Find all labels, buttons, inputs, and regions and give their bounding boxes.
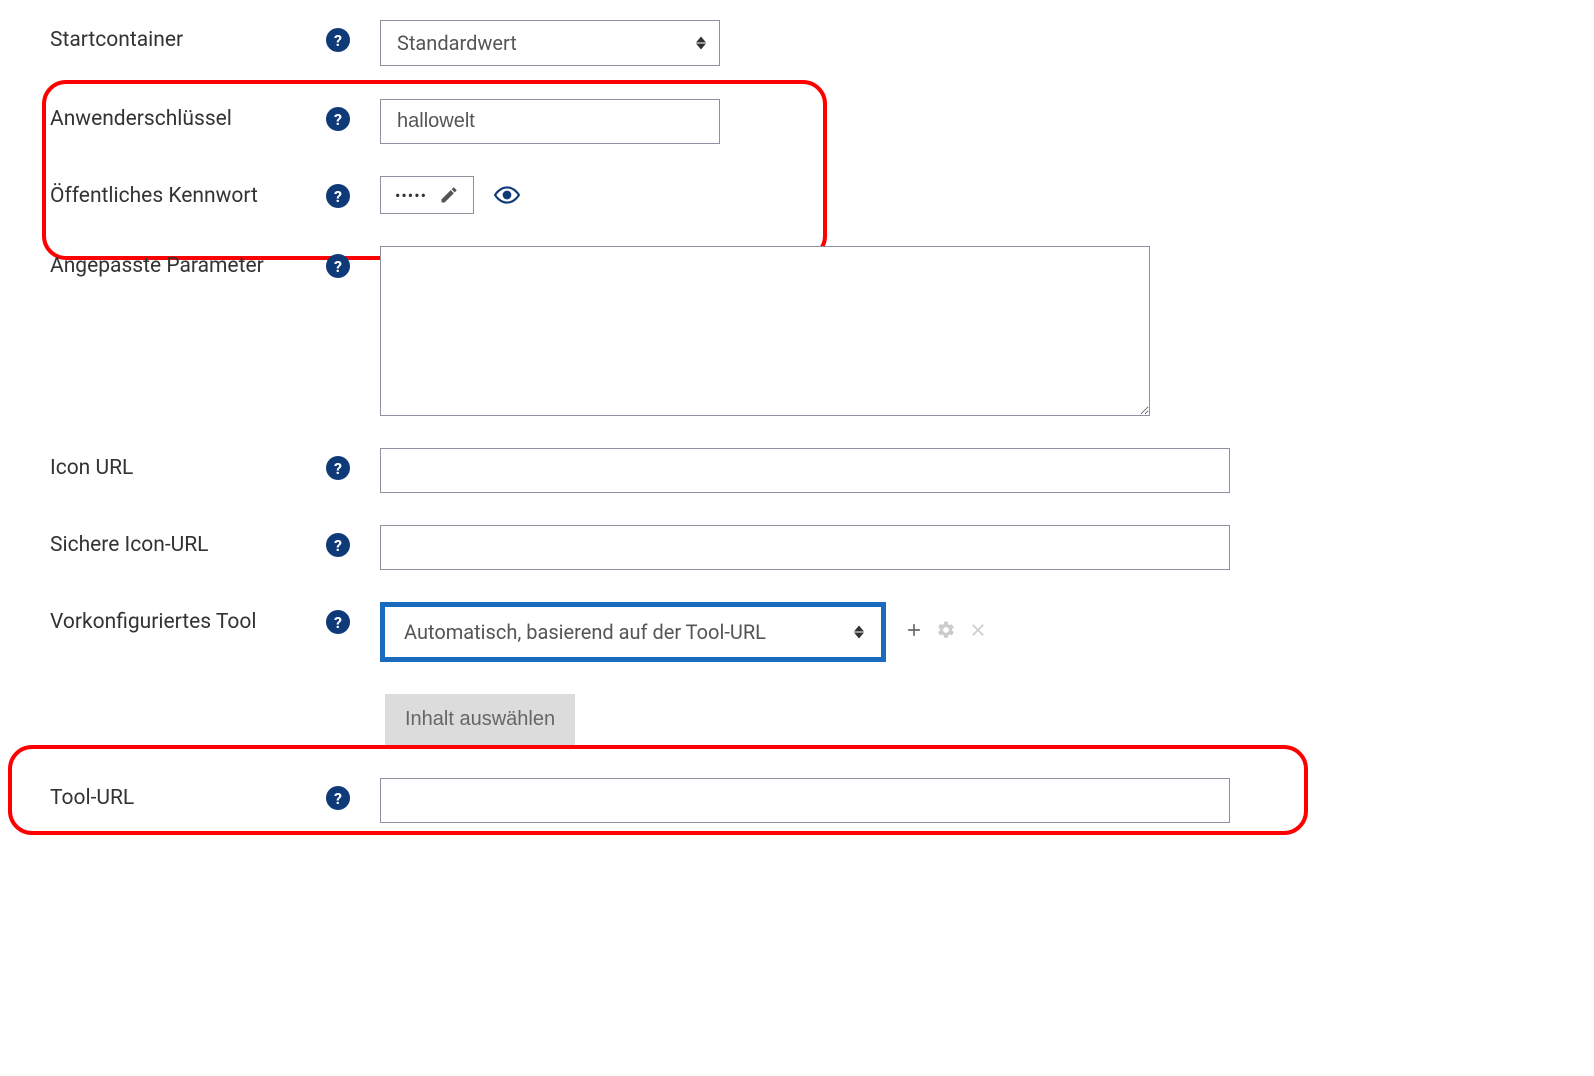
field-col (380, 448, 1544, 493)
label-anwenderschluessel: Anwenderschlüssel (50, 107, 232, 131)
field-col (380, 99, 1544, 144)
help-icon[interactable]: ? (326, 456, 350, 480)
label-col: Startcontainer ? (50, 20, 380, 52)
edit-icon[interactable] (439, 185, 459, 205)
label-col: Öffentliches Kennwort ? (50, 176, 380, 208)
inhalt-auswaehlen-button: Inhalt auswählen (385, 694, 575, 745)
row-vorkonfiguriertes-tool: Vorkonfiguriertes Tool ? Automatisch, ba… (50, 602, 1544, 662)
row-angepasste-parameter: Angepasste Parameter ? (50, 246, 1544, 416)
help-icon[interactable]: ? (326, 254, 350, 278)
label-startcontainer: Startcontainer (50, 28, 183, 52)
input-tool-url[interactable] (380, 778, 1230, 823)
label-angepasste-parameter: Angepasste Parameter (50, 254, 264, 278)
row-anwenderschluessel: Anwenderschlüssel ? (50, 99, 1544, 144)
field-col (380, 246, 1544, 416)
label-col: Anwenderschlüssel ? (50, 99, 380, 131)
select-startcontainer[interactable]: Standardwert (380, 20, 720, 66)
close-icon[interactable] (968, 620, 988, 645)
help-icon[interactable]: ? (326, 107, 350, 131)
row-startcontainer: Startcontainer ? Standardwert (50, 20, 1544, 66)
help-icon[interactable]: ? (326, 28, 350, 52)
input-anwenderschluessel[interactable] (380, 99, 720, 144)
textarea-angepasste-parameter[interactable] (380, 246, 1150, 416)
field-col: ••••• (380, 176, 1544, 214)
row-sichere-icon-url: Sichere Icon-URL ? (50, 525, 1544, 570)
label-sichere-icon-url: Sichere Icon-URL (50, 533, 208, 557)
gear-icon[interactable] (936, 620, 956, 645)
row-tool-url: Tool-URL ? (50, 778, 1544, 823)
select-vorkonfiguriertes-tool[interactable]: Automatisch, basierend auf der Tool-URL (388, 610, 878, 654)
help-icon[interactable]: ? (326, 786, 350, 810)
help-icon[interactable]: ? (326, 533, 350, 557)
field-col (380, 778, 1544, 823)
label-col: Icon URL ? (50, 448, 380, 480)
reveal-password-icon[interactable] (494, 182, 520, 208)
field-col: Standardwert (380, 20, 1544, 66)
select-vorkonfiguriertes-tool-wrap: Automatisch, basierend auf der Tool-URL (388, 610, 878, 654)
field-col (380, 525, 1544, 570)
label-icon-url: Icon URL (50, 456, 133, 480)
row-icon-url: Icon URL ? (50, 448, 1544, 493)
row-oeffentliches-kennwort: Öffentliches Kennwort ? ••••• (50, 176, 1544, 214)
label-col-empty (50, 694, 380, 702)
label-col: Tool-URL ? (50, 778, 380, 810)
select-startcontainer-wrap: Standardwert (380, 20, 720, 66)
add-icon[interactable] (904, 620, 924, 645)
label-col: Angepasste Parameter ? (50, 246, 380, 278)
label-col: Vorkonfiguriertes Tool ? (50, 602, 380, 634)
help-icon[interactable]: ? (326, 184, 350, 208)
highlight-group-credentials: Anwenderschlüssel ? Öffentliches Kennwor… (50, 98, 1544, 214)
password-display: ••••• (380, 176, 474, 214)
password-masked: ••••• (395, 186, 427, 205)
row-inhalt-auswaehlen: Inhalt auswählen (50, 694, 1544, 745)
label-col: Sichere Icon-URL ? (50, 525, 380, 557)
field-col: Automatisch, basierend auf der Tool-URL (380, 602, 1544, 662)
field-col: Inhalt auswählen (385, 694, 1544, 745)
tool-action-icons (904, 620, 988, 645)
highlight-group-tool-url: Tool-URL ? (50, 777, 1544, 823)
label-tool-url: Tool-URL (50, 786, 134, 810)
help-icon[interactable]: ? (326, 610, 350, 634)
input-sichere-icon-url[interactable] (380, 525, 1230, 570)
label-oeffentliches-kennwort: Öffentliches Kennwort (50, 184, 258, 208)
select-vorkonfiguriertes-tool-highlight: Automatisch, basierend auf der Tool-URL (380, 602, 886, 662)
input-icon-url[interactable] (380, 448, 1230, 493)
label-vorkonfiguriertes-tool: Vorkonfiguriertes Tool (50, 610, 256, 634)
